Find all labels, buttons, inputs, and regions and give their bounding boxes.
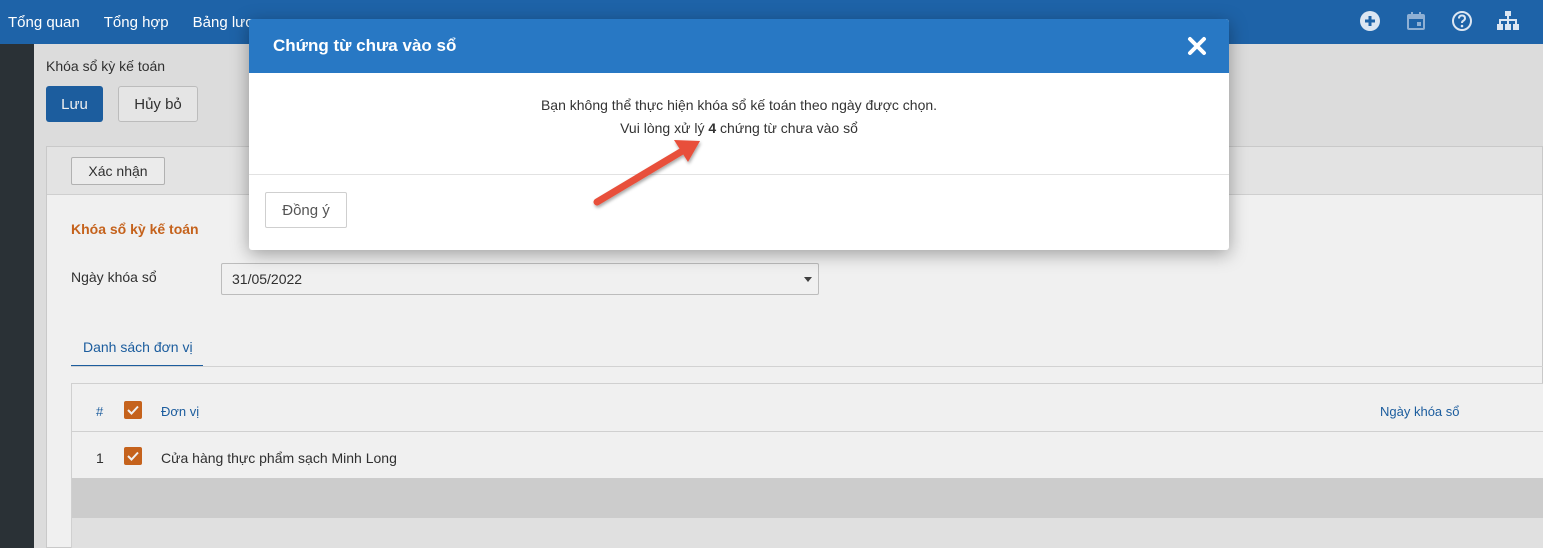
dialog-body: Bạn không thể thực hiện khóa sổ kế toán … <box>249 73 1229 175</box>
voucher-count: 4 <box>708 120 717 136</box>
unposted-vouchers-dialog: Chứng từ chưa vào sổ Bạn không thể thực … <box>249 19 1229 250</box>
close-icon[interactable] <box>1187 36 1207 56</box>
top-nav-menu: Tổng quan Tổng hợp Bảng lương <box>8 0 272 44</box>
org-chart-icon[interactable] <box>1495 8 1521 34</box>
ok-button[interactable]: Đồng ý <box>265 192 347 228</box>
message-suffix: chứng từ chưa vào sổ <box>716 120 858 136</box>
calendar-icon[interactable] <box>1403 8 1429 34</box>
dialog-title: Chứng từ chưa vào sổ <box>273 36 457 55</box>
dialog-message-line1: Bạn không thể thực hiện khóa sổ kế toán … <box>540 97 938 113</box>
nav-item-overview[interactable]: Tổng quan <box>8 14 80 31</box>
left-sidebar <box>0 44 34 548</box>
dialog-header: Chứng từ chưa vào sổ <box>249 19 1229 73</box>
top-icons <box>1357 8 1521 34</box>
help-icon[interactable] <box>1449 8 1475 34</box>
nav-item-summary[interactable]: Tổng hợp <box>104 14 169 31</box>
message-prefix: Vui lòng xử lý <box>620 120 709 136</box>
plus-circle-icon[interactable] <box>1357 8 1383 34</box>
dialog-message-line2: Vui lòng xử lý 4 chứng từ chưa vào sổ <box>249 120 1229 136</box>
